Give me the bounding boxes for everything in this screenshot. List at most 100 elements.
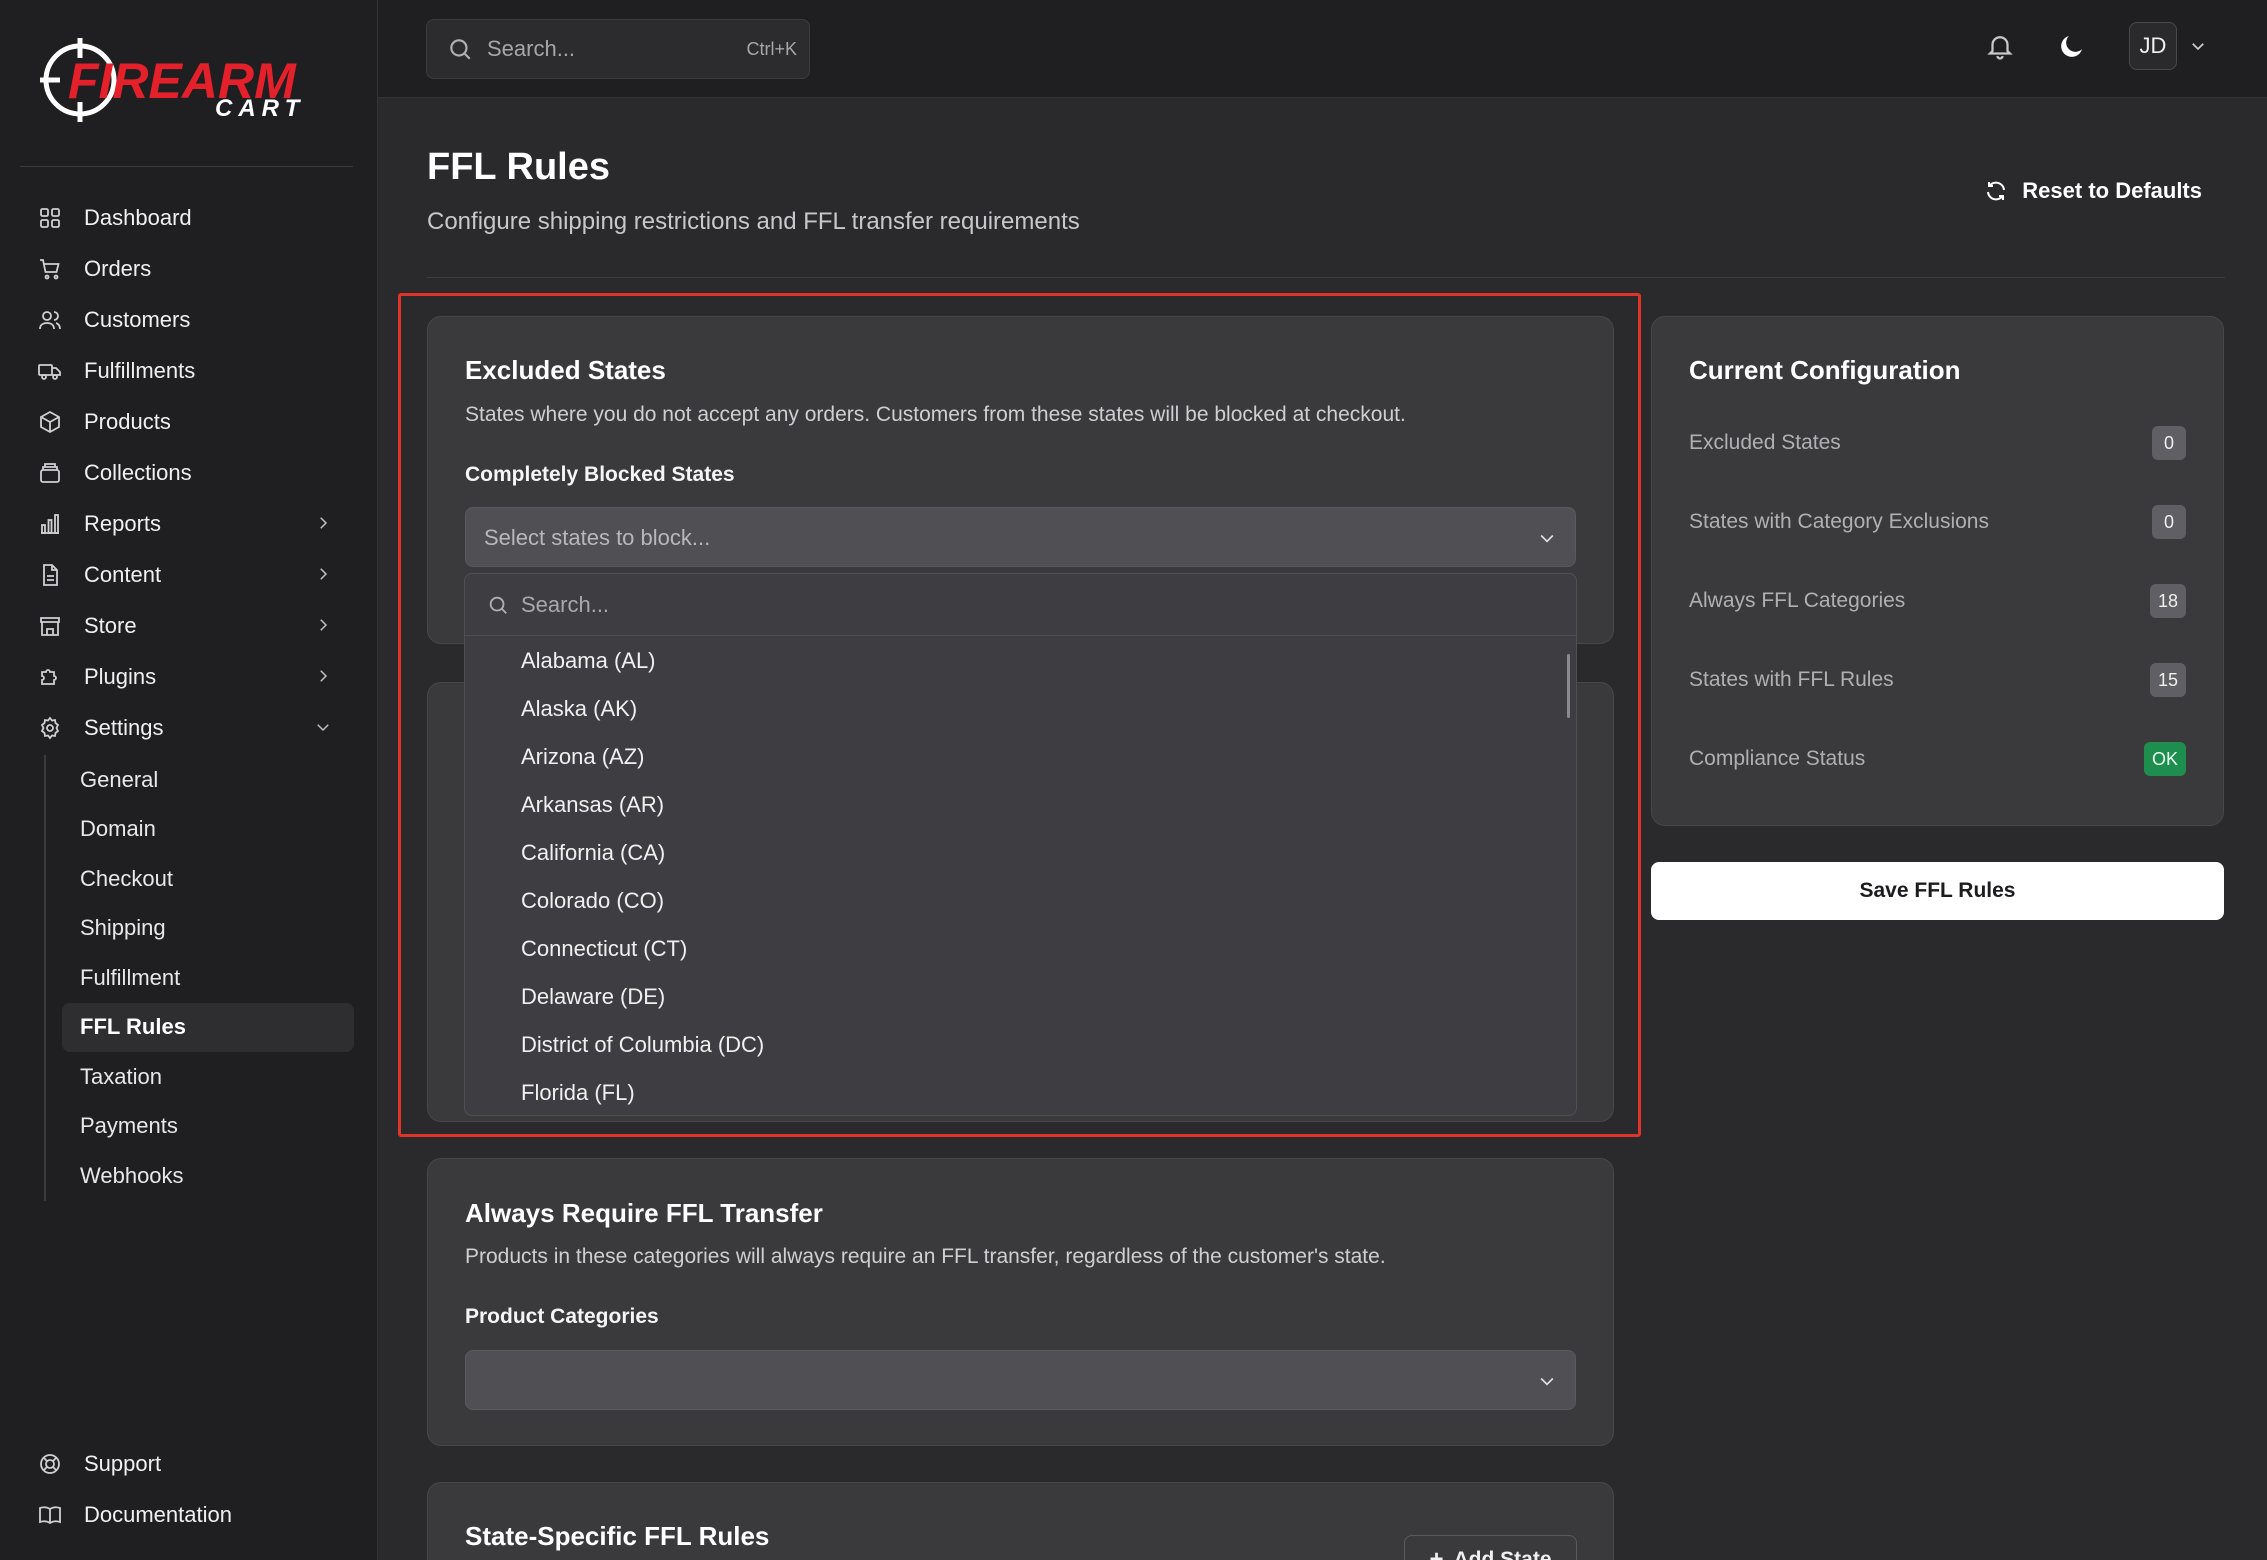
settings-item-checkout[interactable]: Checkout (62, 854, 354, 904)
settings-item-shipping[interactable]: Shipping (62, 904, 354, 954)
card-title: Always Require FFL Transfer (465, 1198, 823, 1228)
blocked-states-select[interactable]: Select states to block... (465, 507, 1576, 567)
settings-subnav: General Domain Checkout Shipping Fulfill… (44, 755, 354, 1201)
sidebar-item-products[interactable]: Products (20, 396, 354, 447)
dropdown-search-placeholder: Search... (521, 591, 610, 617)
chevron-right-icon (320, 670, 328, 682)
document-icon (38, 563, 62, 587)
status-badge: OK (2143, 742, 2186, 776)
dropdown-search-input[interactable]: Search... (465, 574, 1576, 636)
page-subtitle: Configure shipping restrictions and FFL … (427, 208, 1080, 235)
reset-to-defaults-button[interactable]: Reset to Defaults (1984, 178, 2202, 204)
select-placeholder: Select states to block... (484, 525, 711, 550)
avatar[interactable]: JD (2129, 22, 2177, 70)
sidebar-item-customers[interactable]: Customers (20, 294, 354, 345)
card-title: Current Configuration (1689, 355, 1961, 385)
sidebar-item-plugins[interactable]: Plugins (20, 651, 354, 702)
count-badge: 15 (2149, 663, 2186, 697)
settings-item-webhooks[interactable]: Webhooks (62, 1151, 354, 1201)
state-option[interactable]: Alabama (AL) (465, 637, 1576, 685)
refresh-icon (1987, 181, 2006, 201)
gear-icon (38, 716, 62, 740)
always-require-ffl-card: Always Require FFL Transfer Products in … (427, 1158, 1614, 1446)
chevron-right-icon (320, 568, 328, 580)
settings-item-fulfillment[interactable]: Fulfillment (62, 953, 354, 1003)
config-row-excluded-states: Excluded States 0 (1689, 425, 2186, 461)
sidebar-item-label: Support (84, 1450, 162, 1476)
sidebar: FIREARM CART Dashboard Orders Customers … (0, 0, 378, 1560)
settings-item-domain[interactable]: Domain (62, 805, 354, 855)
bell-icon[interactable] (1985, 31, 2015, 61)
sidebar-item-dashboard[interactable]: Dashboard (20, 192, 354, 243)
state-option[interactable]: Delaware (DE) (465, 973, 1576, 1021)
dropdown-scrollbar[interactable] (1567, 654, 1570, 718)
sidebar-item-content[interactable]: Content (20, 549, 354, 600)
chevron-right-icon (320, 517, 328, 529)
state-option[interactable]: Arkansas (AR) (465, 781, 1576, 829)
add-state-button[interactable]: + Add State (1404, 1535, 1577, 1560)
sidebar-item-label: Reports (84, 510, 162, 536)
save-ffl-rules-button[interactable]: Save FFL Rules (1651, 862, 2224, 920)
sidebar-item-documentation[interactable]: Documentation (20, 1489, 354, 1540)
state-option[interactable]: District of Columbia (DC) (465, 1021, 1576, 1069)
config-row-category-exclusions: States with Category Exclusions 0 (1689, 504, 2186, 540)
state-option[interactable]: California (CA) (465, 829, 1576, 877)
field-label: Completely Blocked States (465, 463, 735, 486)
page-title: FFL Rules (427, 146, 610, 188)
sidebar-item-support[interactable]: Support (20, 1438, 354, 1489)
settings-item-payments[interactable]: Payments (62, 1102, 354, 1152)
field-label: Product Categories (465, 1305, 659, 1328)
states-dropdown: Search... Alabama (AL) Alaska (AK) Arizo… (464, 573, 1577, 1116)
puzzle-icon (38, 665, 62, 689)
state-option[interactable]: Alaska (AK) (465, 685, 1576, 733)
sidebar-item-label: Documentation (84, 1501, 232, 1527)
moon-icon[interactable] (2057, 31, 2087, 61)
sidebar-item-label: Store (84, 612, 137, 638)
config-row-compliance: Compliance Status OK (1689, 741, 2186, 777)
count-badge: 0 (2152, 505, 2186, 539)
product-categories-select[interactable] (465, 1350, 1576, 1410)
sidebar-item-label: Plugins (84, 663, 157, 689)
plus-icon: + (1429, 1546, 1444, 1560)
settings-item-taxation[interactable]: Taxation (62, 1052, 354, 1102)
sidebar-item-orders[interactable]: Orders (20, 243, 354, 294)
sidebar-item-settings[interactable]: Settings (20, 702, 354, 753)
sidebar-item-label: Dashboard (84, 204, 192, 230)
firearm-cart-logo[interactable]: FIREARM CART (40, 34, 340, 130)
sidebar-item-fulfillments[interactable]: Fulfillments (20, 345, 354, 396)
dropdown-options: Alabama (AL) Alaska (AK) Arizona (AZ) Ar… (465, 637, 1576, 1115)
settings-item-general[interactable]: General (62, 755, 354, 805)
state-option[interactable]: Colorado (CO) (465, 877, 1576, 925)
sidebar-bottom-nav: Support Documentation (20, 1438, 354, 1540)
sidebar-item-collections[interactable]: Collections (20, 447, 354, 498)
config-row-ffl-rules: States with FFL Rules 15 (1689, 662, 2186, 698)
book-icon (38, 1503, 62, 1527)
lifebuoy-icon (38, 1452, 62, 1476)
config-label: States with Category Exclusions (1689, 510, 1989, 533)
brand-name-bottom: CART (215, 95, 305, 122)
bar-chart-icon (38, 512, 62, 536)
sidebar-item-label: Customers (84, 306, 191, 332)
state-option[interactable]: Connecticut (CT) (465, 925, 1576, 973)
sidebar-item-label: Settings (84, 714, 164, 740)
chevron-down-icon (317, 724, 329, 732)
state-option[interactable]: Florida (FL) (465, 1069, 1576, 1115)
sidebar-item-store[interactable]: Store (20, 600, 354, 651)
global-search-input[interactable]: Search... Ctrl+K (426, 19, 810, 79)
logo-divider (20, 166, 353, 167)
search-shortcut: Ctrl+K (746, 38, 797, 59)
state-option[interactable]: Arizona (AZ) (465, 733, 1576, 781)
config-label: States with FFL Rules (1689, 668, 1894, 691)
search-icon (450, 39, 471, 60)
state-specific-ffl-card: State-Specific FFL Rules + Add State (427, 1482, 1614, 1560)
card-title: Excluded States (465, 355, 666, 385)
current-configuration-card: Current Configuration Excluded States 0 … (1651, 316, 2224, 826)
chevron-down-icon[interactable] (2189, 37, 2207, 55)
main-nav: Dashboard Orders Customers Fulfillments … (20, 192, 354, 1201)
truck-icon (38, 359, 62, 383)
sidebar-item-reports[interactable]: Reports (20, 498, 354, 549)
config-label: Excluded States (1689, 431, 1841, 454)
card-description: States where you do not accept any order… (465, 403, 1406, 426)
sidebar-item-label: Collections (84, 459, 192, 485)
settings-item-ffl-rules[interactable]: FFL Rules (62, 1002, 354, 1052)
